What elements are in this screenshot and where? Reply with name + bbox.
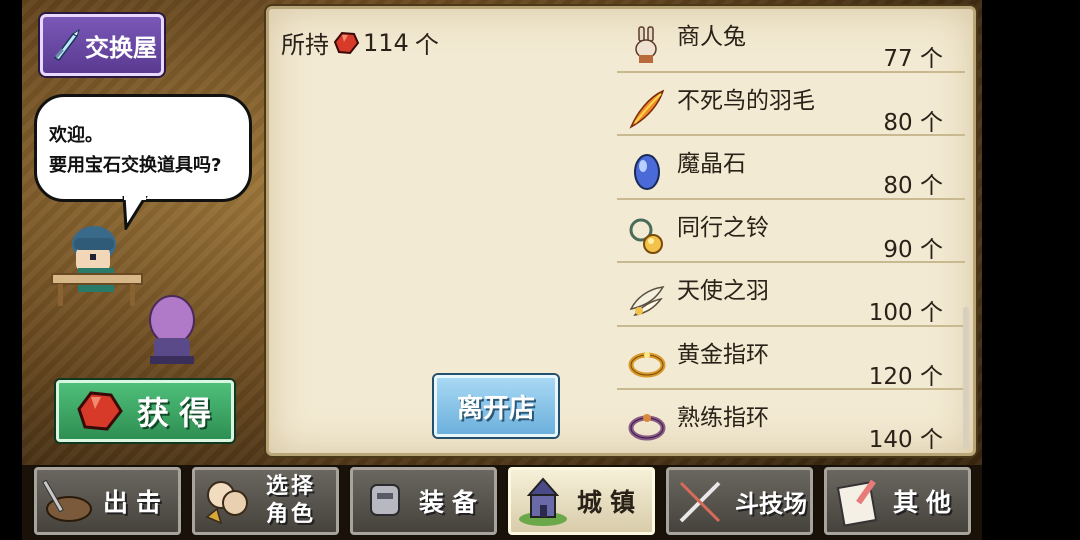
character-select-icon xyxy=(205,481,248,525)
shop-item-companion-bell[interactable]: 同行之铃 90 个 xyxy=(617,200,965,263)
dialog-line-2: 要用宝石交换道具吗? xyxy=(49,155,222,176)
phoenix-feather-icon xyxy=(629,89,665,129)
tab-town[interactable]: 城镇 xyxy=(508,467,655,535)
crystal-sword-icon xyxy=(53,28,80,61)
tab-label: 城镇 xyxy=(577,488,644,517)
arena-icon xyxy=(679,481,721,523)
shop-item-gold-ring[interactable]: 黄金指环 120 个 xyxy=(617,327,965,390)
item-name: 魔晶石 xyxy=(677,151,746,177)
owned-label: 所持 xyxy=(281,31,329,59)
equipment-icon xyxy=(370,484,400,516)
leave-button-label: 离开店 xyxy=(456,393,535,424)
tab-label-line1: 选择 xyxy=(265,474,316,499)
game-screen: 交换屋 欢迎。 要用宝石交换道具吗? 获得 所持 114 个 离开店 商人兔 7… xyxy=(0,0,1080,540)
owned-unit: 个 xyxy=(414,31,439,59)
item-name: 商人兔 xyxy=(677,24,746,50)
item-name: 黄金指环 xyxy=(677,341,769,368)
shop-item-merchant-rabbit[interactable]: 商人兔 77 个 xyxy=(617,9,965,73)
shop-item-list[interactable]: 商人兔 77 个 不死鸟的羽毛 80 个 魔晶石 80 个 同行之铃 90 个 … xyxy=(617,9,965,453)
item-list-scrollbar[interactable] xyxy=(963,307,969,449)
leave-shop-button[interactable]: 离开店 xyxy=(434,375,558,437)
tab-label: 装备 xyxy=(419,488,486,517)
player-character xyxy=(149,295,195,364)
dialog-line-1: 欢迎。 xyxy=(49,125,103,146)
item-price: 80 个 xyxy=(883,109,943,136)
merchant-rabbit-icon xyxy=(635,26,657,63)
red-gem-icon xyxy=(77,391,123,431)
shop-title-badge: 交换屋 xyxy=(40,14,164,76)
tab-label: 选择 角色 xyxy=(261,473,321,529)
tab-sortie[interactable]: 出击 xyxy=(34,467,181,535)
shop-item-magic-crystal[interactable]: 魔晶石 80 个 xyxy=(617,136,965,200)
item-price: 100 个 xyxy=(868,300,943,326)
item-name: 天使之羽 xyxy=(677,278,769,304)
angel-wing-icon xyxy=(629,286,665,317)
town-icon xyxy=(519,477,567,526)
tab-label: 出击 xyxy=(103,488,170,517)
skill-ring-icon xyxy=(628,414,666,441)
shop-item-angel-wing[interactable]: 天使之羽 100 个 xyxy=(617,263,965,327)
gold-ring-icon xyxy=(628,351,666,377)
item-price: 77 个 xyxy=(883,46,943,72)
obtain-button-label: 获得 xyxy=(137,394,222,432)
item-name: 不死鸟的羽毛 xyxy=(677,87,815,114)
tab-label: 斗技场 xyxy=(735,489,807,518)
shop-item-phoenix-feather[interactable]: 不死鸟的羽毛 80 个 xyxy=(617,73,965,136)
bottom-nav: 出击 选择 角色 装备 城镇 斗技场 其他 xyxy=(22,465,982,540)
tab-other[interactable]: 其他 xyxy=(824,467,971,535)
shop-item-skill-ring[interactable]: 熟练指环 140 个 xyxy=(617,390,965,454)
item-price: 90 个 xyxy=(883,236,943,263)
item-price: 140 个 xyxy=(868,427,943,453)
magic-crystal-icon xyxy=(634,154,660,190)
tab-label: 其他 xyxy=(893,488,960,517)
owned-count: 114 xyxy=(363,28,409,57)
shop-title-text: 交换屋 xyxy=(85,33,157,62)
speech-bubble: 欢迎。 要用宝石交换道具吗? xyxy=(34,94,252,202)
shopkeeper-character xyxy=(51,226,143,306)
item-name: 熟练指环 xyxy=(677,405,769,431)
obtain-gems-button[interactable]: 获得 xyxy=(56,380,234,442)
companion-bell-icon xyxy=(629,218,663,254)
speech-bubble-tail xyxy=(122,196,148,230)
other-icon xyxy=(836,479,878,527)
sortie-icon xyxy=(42,479,92,522)
shop-panel: 所持 114 个 离开店 商人兔 77 个 不死鸟的羽毛 80 个 魔晶石 80… xyxy=(266,6,976,456)
tab-character-select[interactable]: 选择 角色 xyxy=(192,467,339,535)
tab-label-line2: 角色 xyxy=(265,502,316,527)
red-gem-icon xyxy=(333,31,360,54)
item-price: 80 个 xyxy=(883,173,943,199)
item-price: 120 个 xyxy=(868,363,943,390)
owned-gems: 所持 114 个 xyxy=(281,25,439,60)
tab-arena[interactable]: 斗技场 xyxy=(666,467,813,535)
item-name: 同行之铃 xyxy=(677,214,769,241)
tab-equipment[interactable]: 装备 xyxy=(350,467,497,535)
